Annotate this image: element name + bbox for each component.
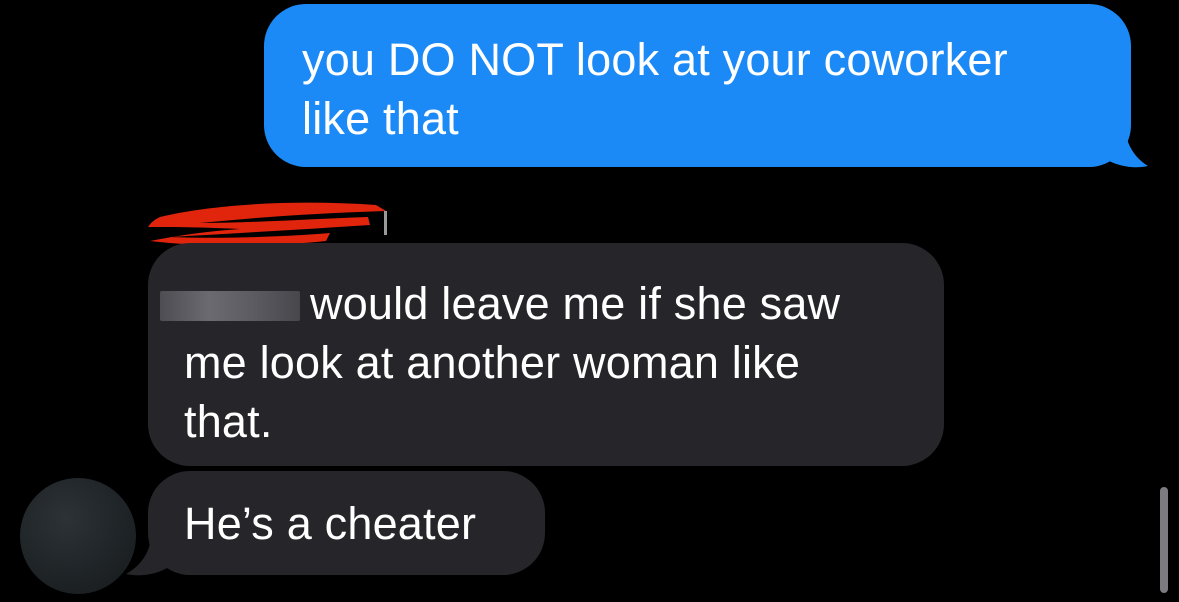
outgoing-message-bubble[interactable]: you DO NOT look at your coworker like th… (264, 4, 1131, 167)
incoming-message-text-rest: me look at another woman like that. (184, 337, 801, 447)
outgoing-bubble-tail (1090, 118, 1148, 168)
incoming-message-text-line1: would leave me if she saw (310, 278, 841, 329)
messages-screen: you DO NOT look at your coworker like th… (0, 0, 1179, 602)
incoming-message-text: He’s a cheater (184, 498, 477, 549)
incoming-message-bubble[interactable]: would leave me if she saw me look at anot… (148, 243, 944, 466)
contact-avatar-icon[interactable] (20, 478, 136, 594)
name-redaction-blur (160, 291, 300, 321)
scrollbar[interactable] (1160, 487, 1168, 593)
outgoing-message-text: you DO NOT look at your coworker like th… (302, 34, 1008, 144)
incoming-message-bubble-last[interactable]: He’s a cheater (148, 471, 545, 575)
sender-name-redaction-icon (148, 202, 387, 246)
